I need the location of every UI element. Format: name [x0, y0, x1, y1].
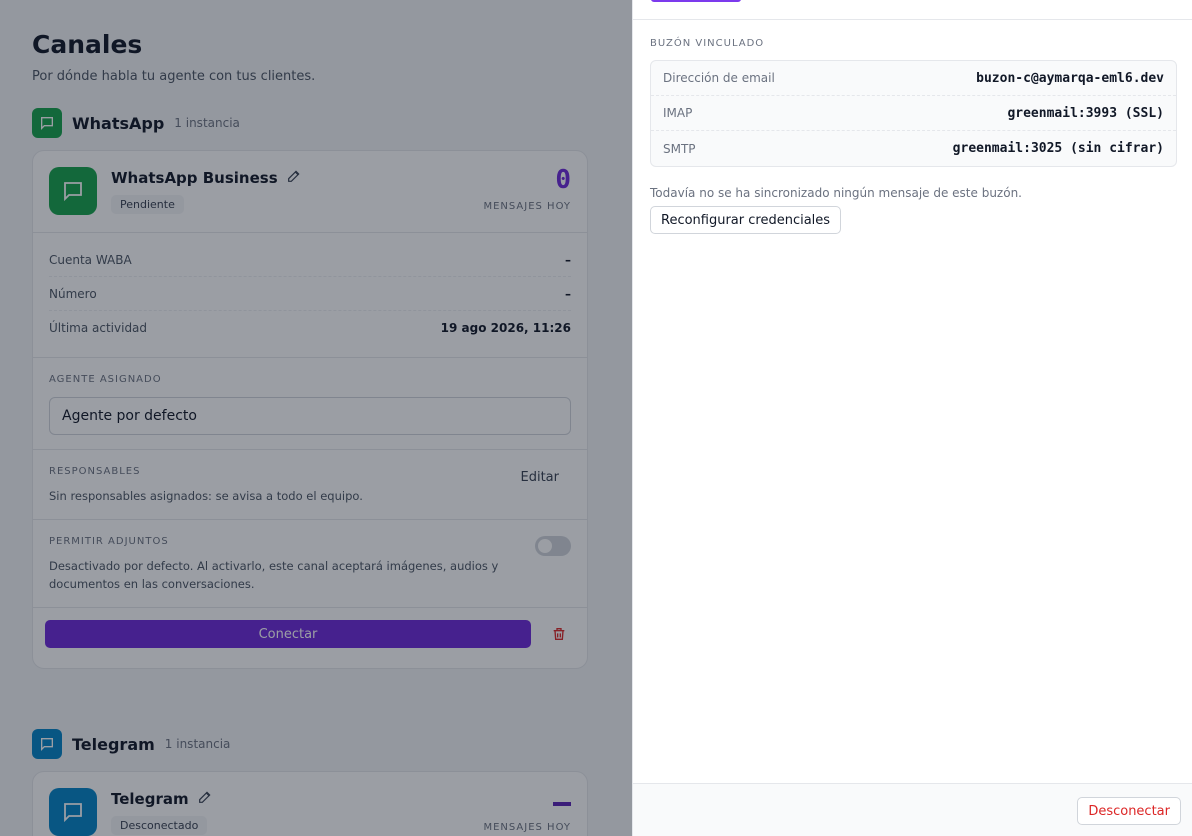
- mailbox-value: greenmail:3993 (SSL): [1007, 105, 1164, 121]
- disconnect-button[interactable]: Desconectar: [1077, 797, 1181, 825]
- linked-mailbox-label: BUZÓN VINCULADO: [650, 38, 765, 49]
- mailbox-key: Dirección de email: [663, 71, 775, 85]
- sync-status-note: Todavía no se ha sincronizado ningún men…: [650, 186, 1022, 200]
- mailbox-row: SMTP greenmail:3025 (sin cifrar): [651, 131, 1176, 166]
- mailbox-value: buzon-c@aymarqa-eml6.dev: [976, 70, 1164, 86]
- mailbox-key: SMTP: [663, 141, 696, 156]
- mailbox-details: Dirección de email buzon-c@aymarqa-eml6.…: [650, 60, 1177, 167]
- drawer-footer: Desconectar: [633, 783, 1192, 836]
- modal-backdrop[interactable]: [0, 0, 632, 836]
- mailbox-row: Dirección de email buzon-c@aymarqa-eml6.…: [651, 61, 1176, 96]
- reconfigure-credentials-button[interactable]: Reconfigurar credenciales: [650, 206, 842, 234]
- mailbox-key: IMAP: [663, 106, 693, 120]
- active-tab-indicator[interactable]: [651, 0, 741, 2]
- channel-drawer: BUZÓN VINCULADO Dirección de email buzon…: [632, 0, 1192, 836]
- mailbox-row: IMAP greenmail:3993 (SSL): [651, 96, 1176, 131]
- mailbox-value: greenmail:3025 (sin cifrar): [952, 141, 1164, 156]
- drawer-header: [633, 0, 1192, 20]
